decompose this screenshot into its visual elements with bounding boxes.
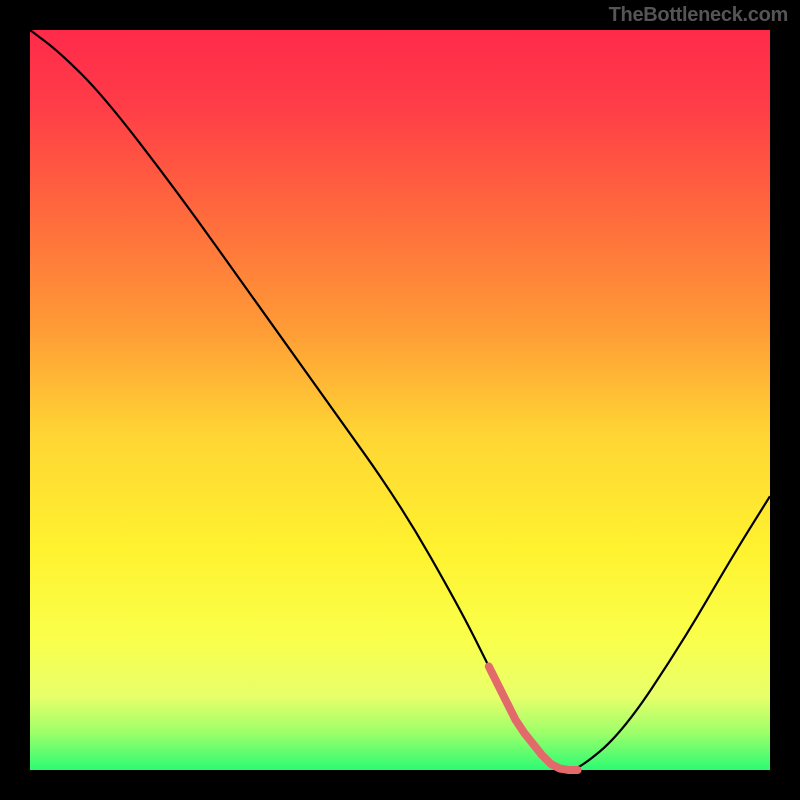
chart-plot-area <box>30 30 770 770</box>
bottleneck-curve-svg <box>30 30 770 770</box>
bottleneck-curve-path <box>30 30 770 770</box>
watermark-text: TheBottleneck.com <box>609 4 788 27</box>
optimal-region-highlight <box>489 666 578 770</box>
